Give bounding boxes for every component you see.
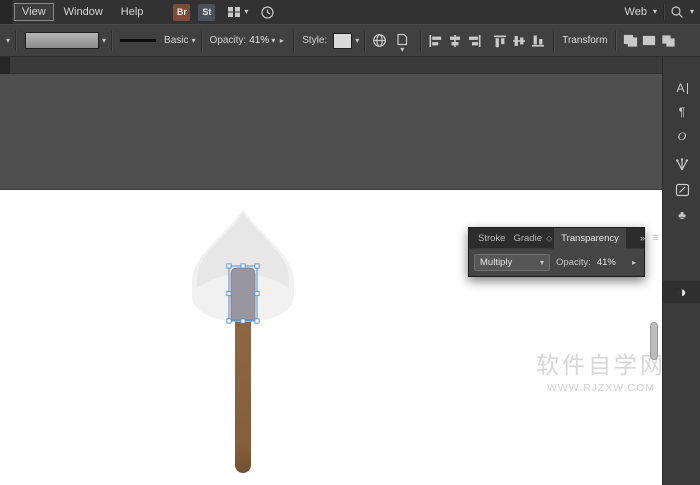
align-bottom-icon (531, 34, 547, 48)
graphic-styles-panel-icon[interactable] (663, 179, 700, 201)
divider (201, 31, 202, 51)
brushes-panel-icon[interactable] (663, 153, 700, 175)
panel-icon-strip: A ¶ O ♣ ◑ (662, 57, 700, 485)
chevron-down-icon: ▾ (540, 259, 544, 267)
blend-mode-value: Multiply (480, 257, 512, 268)
align-center-icon (447, 34, 463, 48)
opacity-popout-button[interactable]: ▸ (275, 33, 288, 48)
diamond-icon: ◇ (546, 234, 552, 243)
canvas-area[interactable]: 软件自学网 WWW.RJZXW.COM Stroke Gradie ◇ Tran… (0, 74, 662, 485)
tab-gradient[interactable]: Gradie (513, 233, 542, 244)
search-icon[interactable] (670, 5, 684, 19)
document-tab-bar (0, 57, 662, 74)
app-icon-area (0, 0, 12, 24)
panel-menu-icon[interactable]: ≡ (652, 232, 658, 244)
stock-button[interactable]: St (198, 4, 215, 21)
shovel-handle[interactable] (235, 313, 251, 473)
collapse-panel-icon[interactable]: » (640, 233, 644, 244)
tab-transparency[interactable]: Transparency (554, 228, 626, 249)
illustrator-window: View Window Help Br St ▾ Web ▾ ▾ (0, 0, 700, 485)
appearance-panel-icon[interactable]: ◑ (663, 281, 700, 303)
align-right-button[interactable] (464, 33, 483, 49)
rotate-view-icon (260, 5, 275, 20)
fill-color-swatch[interactable] (25, 32, 99, 49)
style-label: Style: (302, 35, 327, 46)
divider (420, 31, 421, 51)
tab-bar-corner (0, 57, 10, 74)
transparency-panel: Stroke Gradie ◇ Transparency » ≡ Multipl… (468, 227, 645, 277)
divider (15, 31, 16, 51)
paragraph-panel-icon[interactable]: ¶ (663, 101, 700, 123)
grid-icon (227, 6, 241, 18)
transform-label[interactable]: Transform (562, 35, 607, 46)
opacity-dropdown-icon[interactable]: ▸ (629, 256, 639, 269)
chevron-down-icon[interactable]: ▾ (102, 37, 106, 45)
document-icon (396, 33, 408, 46)
control-bar: ▾ ▾ Basic ▾ Opacity: 41% ▾ ▸ Style: ▾ ▾ (0, 24, 700, 57)
panel-opacity-label: Opacity: (556, 257, 591, 268)
align-top-button[interactable] (491, 33, 510, 49)
watermark-title: 软件自学网 (536, 346, 662, 380)
pathfinder-icon (642, 34, 657, 47)
divider (553, 31, 554, 51)
watermark-url: WWW.RJZXW.COM (536, 382, 662, 394)
divider (615, 31, 616, 51)
chevron-down-icon: ▾ (244, 8, 248, 16)
shovel-artwork[interactable] (168, 198, 318, 485)
symbols-panel-icon[interactable]: ♣ (663, 204, 700, 226)
bridge-button[interactable]: Br (173, 4, 190, 21)
arrange-documents-button[interactable]: ▾ (227, 6, 248, 18)
align-middle-icon (512, 34, 528, 48)
menu-help[interactable]: Help (113, 3, 152, 21)
chevron-down-icon[interactable]: ▾ (191, 37, 195, 45)
chevron-down-icon[interactable]: ▾ (355, 37, 359, 45)
stroke-preview[interactable] (120, 39, 156, 42)
transparency-panel-body: Multiply ▾ Opacity: 41% ▸ (468, 248, 645, 277)
menu-window[interactable]: Window (56, 3, 111, 21)
panel-opacity-value[interactable]: 41% (597, 257, 616, 268)
arrange-icon (661, 34, 676, 47)
tab-stroke[interactable]: Stroke (478, 233, 505, 244)
menu-view[interactable]: View (14, 3, 54, 21)
align-left-icon (428, 34, 444, 48)
transparency-panel-header: Stroke Gradie ◇ Transparency » ≡ (468, 227, 645, 248)
shape-mode-icon (623, 34, 638, 47)
globe-icon (372, 33, 387, 48)
divider (663, 4, 664, 20)
watermark: 软件自学网 WWW.RJZXW.COM (536, 346, 662, 394)
divider (111, 31, 112, 51)
menu-bar: View Window Help Br St ▾ Web ▾ ▾ (0, 0, 700, 24)
document-setup-globe-button[interactable] (370, 33, 389, 49)
style-swatch[interactable] (333, 33, 352, 49)
chevron-down-icon[interactable]: ▾ (653, 8, 657, 16)
workspace-label[interactable]: Web (625, 6, 647, 18)
align-center-button[interactable] (445, 33, 464, 49)
character-panel-icon[interactable]: A (663, 77, 700, 99)
align-middle-button[interactable] (510, 33, 529, 49)
shape-mode-button[interactable] (621, 33, 640, 49)
panel-collapse-icon[interactable]: ▾ (6, 37, 10, 45)
align-left-button[interactable] (426, 33, 445, 49)
align-bottom-button[interactable] (529, 33, 548, 49)
divider (293, 31, 294, 51)
brush-definition[interactable]: Basic (164, 35, 188, 46)
chevron-down-icon[interactable]: ▾ (690, 8, 694, 16)
divider (364, 31, 365, 51)
vertical-scrollbar-thumb[interactable] (650, 322, 658, 360)
rotate-view-button[interactable] (260, 5, 275, 20)
align-right-icon (466, 34, 482, 48)
preferences-button[interactable]: ▾ (389, 33, 415, 49)
opacity-value[interactable]: 41% (249, 35, 269, 46)
pathfinder-button[interactable] (640, 33, 659, 49)
arrange-button[interactable] (659, 33, 678, 49)
align-top-icon (493, 34, 509, 48)
opentype-panel-icon[interactable]: O (663, 125, 700, 147)
opacity-label: Opacity: (210, 35, 247, 46)
chevron-down-icon: ▾ (400, 46, 404, 54)
blend-mode-select[interactable]: Multiply ▾ (474, 254, 550, 271)
selected-rectangle[interactable] (231, 268, 255, 320)
